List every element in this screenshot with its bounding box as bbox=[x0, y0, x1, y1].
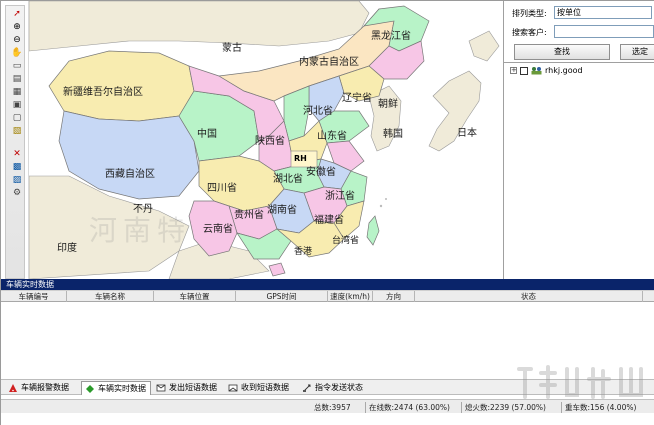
map-label-innermongolia: 内蒙古自治区 bbox=[299, 57, 359, 68]
map-label-tibet: 西藏自治区 bbox=[105, 169, 155, 180]
map-label-sichuan: 四川省 bbox=[207, 183, 237, 194]
column-header-speed[interactable]: 速度(km/h) bbox=[328, 291, 373, 302]
app-window: ➚ ⊕ ⊖ ✋ ▭ ▤ ▦ ▣ ▢ ▧ ✕ ▩ ▨ ⚙ 河南特 蒙古 黑龙江省 … bbox=[0, 0, 654, 425]
map-label-zhejiang: 浙江省 bbox=[325, 191, 355, 202]
map-label-xinjiang: 新疆维吾尔自治区 bbox=[63, 87, 143, 98]
map-label-hubei: 湖北省 bbox=[273, 174, 303, 185]
tab-label: 车辆报警数据 bbox=[21, 383, 69, 392]
sort-type-label: 排列类型: bbox=[512, 9, 547, 18]
toolbar-strip bbox=[5, 5, 25, 279]
map-label-hongkong: 香港 bbox=[294, 247, 313, 257]
status-total: 总数:3957 bbox=[314, 403, 351, 412]
map-label-heilongjiang: 黑龙江省 bbox=[371, 31, 411, 42]
map-label-mongolia: 蒙古 bbox=[222, 43, 242, 54]
tab-label: 指令发送状态 bbox=[315, 383, 363, 392]
column-header-vehicle-name[interactable]: 车辆名称 bbox=[67, 291, 154, 302]
panel-divider bbox=[504, 62, 654, 63]
select-button[interactable]: 选定 bbox=[620, 44, 654, 60]
tab-realtime-data[interactable]: 车辆实时数据 bbox=[81, 381, 151, 395]
map-label-hunan: 湖南省 bbox=[267, 205, 297, 216]
tab-received-messages[interactable]: 收到短语数据 bbox=[225, 381, 293, 395]
find-button[interactable]: 查找 bbox=[514, 44, 610, 60]
column-header-vehicle-location[interactable]: 车辆位置 bbox=[154, 291, 236, 302]
realtime-icon bbox=[86, 385, 94, 393]
grid-icon[interactable]: ▣ bbox=[11, 100, 23, 111]
zoom-in-icon[interactable]: ⊕ bbox=[11, 22, 23, 33]
route-icon[interactable]: ✕ bbox=[11, 149, 23, 160]
select-icon[interactable]: ▢ bbox=[11, 113, 23, 124]
print-icon[interactable]: ▦ bbox=[11, 87, 23, 98]
map-toolbar: ➚ ⊕ ⊖ ✋ ▭ ▤ ▦ ▣ ▢ ▧ ✕ ▩ ▨ ⚙ bbox=[1, 1, 29, 279]
map-label-bhutan: 不丹 bbox=[133, 204, 153, 215]
zoom-out-icon[interactable]: ⊖ bbox=[11, 35, 23, 46]
sort-type-select[interactable]: 按单位 bbox=[554, 6, 652, 19]
status-online: 在线数:2474 (63.00%) bbox=[365, 402, 450, 413]
column-header-status[interactable]: 状态 bbox=[415, 291, 643, 302]
realtime-panel-title: 车辆实时数据 bbox=[1, 279, 654, 290]
sent-message-icon bbox=[156, 384, 166, 392]
column-header-extra bbox=[643, 291, 654, 302]
vehicle-search-panel: 排列类型: 按单位 搜索客户: 查找 选定 + rhkj.good bbox=[503, 1, 654, 279]
pan-icon[interactable]: ✋ bbox=[11, 48, 23, 59]
search-customer-input[interactable] bbox=[554, 25, 654, 38]
map-label-shaanxi: 陕西省 bbox=[255, 136, 285, 147]
map-label-japan: 日本 bbox=[457, 128, 477, 139]
column-header-vehicle-id[interactable]: 车辆编号 bbox=[1, 291, 67, 302]
vehicle-tree-node[interactable]: + rhkj.good bbox=[510, 66, 583, 75]
tab-label: 收到短语数据 bbox=[241, 383, 289, 392]
map-label-liaoning: 辽宁省 bbox=[342, 93, 372, 104]
export-icon[interactable]: ▨ bbox=[11, 175, 23, 186]
layer-icon[interactable]: ▤ bbox=[11, 74, 23, 85]
vehicle-icon[interactable]: ▩ bbox=[11, 162, 23, 173]
received-message-icon bbox=[228, 384, 238, 392]
tab-label: 车辆实时数据 bbox=[98, 384, 146, 393]
map-label-hebei: 河北省 bbox=[303, 106, 333, 117]
command-icon bbox=[303, 384, 311, 392]
tree-checkbox[interactable] bbox=[520, 66, 528, 75]
map-label-anhui: 安徽省 bbox=[306, 167, 336, 178]
group-icon bbox=[531, 66, 542, 75]
map-label-korea: 韩国 bbox=[383, 129, 403, 140]
map-label-india: 印度 bbox=[57, 243, 77, 254]
alarm-icon bbox=[9, 384, 17, 392]
map-view[interactable]: 河南特 蒙古 黑龙江省 内蒙古自治区 新疆维吾尔自治区 辽宁省 朝鲜 河北省 中… bbox=[29, 1, 503, 279]
tree-expand-icon[interactable]: + bbox=[510, 67, 517, 74]
tree-item-label: rhkj.good bbox=[545, 66, 583, 75]
map-watermark: 河南特 bbox=[89, 214, 192, 247]
map-label-fujian: 福建省 bbox=[314, 215, 344, 226]
tab-alarm-data[interactable]: 车辆报警数据 bbox=[5, 381, 73, 395]
column-header-gps-time[interactable]: GPS时间 bbox=[236, 291, 328, 302]
map-marker-label[interactable]: RH bbox=[294, 154, 307, 163]
map-label-yunnan: 云南省 bbox=[203, 224, 233, 235]
map-label-china: 中国 bbox=[197, 129, 217, 140]
column-header-direction[interactable]: 方向 bbox=[373, 291, 415, 302]
window-icon[interactable]: ▧ bbox=[11, 126, 23, 137]
measure-icon[interactable]: ▭ bbox=[11, 61, 23, 72]
settings-icon[interactable]: ⚙ bbox=[11, 188, 23, 199]
map-label-guizhou: 贵州省 bbox=[234, 210, 264, 221]
search-customer-label: 搜索客户: bbox=[512, 28, 547, 37]
tab-label: 发出短语数据 bbox=[169, 383, 217, 392]
vehicle-table-header: 车辆编号 车辆名称 车辆位置 GPS时间 速度(km/h) 方向 状态 bbox=[1, 290, 654, 302]
tab-sent-messages[interactable]: 发出短语数据 bbox=[153, 381, 221, 395]
pointer-icon[interactable]: ➚ bbox=[11, 9, 23, 20]
watermark-logo bbox=[517, 365, 643, 399]
map-label-shandong: 山东省 bbox=[317, 131, 347, 142]
map-label-northkorea: 朝鲜 bbox=[378, 99, 398, 110]
map-label-taiwan: 台湾省 bbox=[332, 236, 360, 246]
tab-command-status[interactable]: 指令发送状态 bbox=[299, 381, 367, 395]
window-bottom bbox=[1, 413, 654, 425]
